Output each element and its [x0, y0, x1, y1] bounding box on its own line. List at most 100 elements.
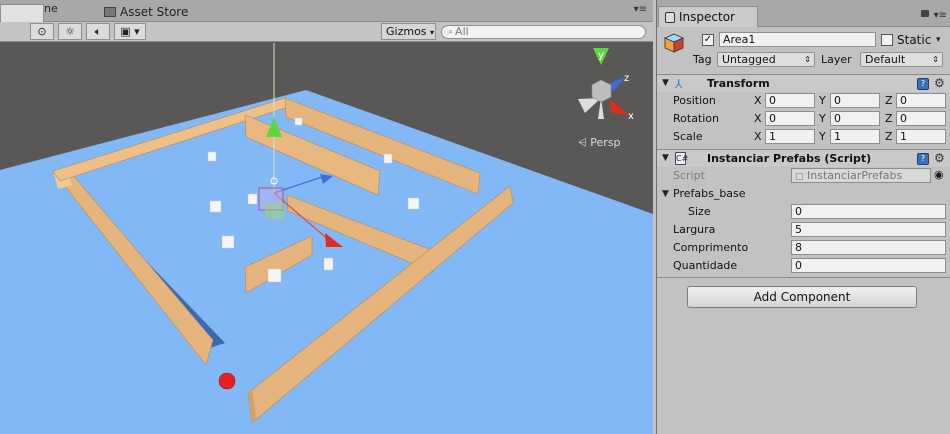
- help-icon[interactable]: ?: [917, 78, 929, 90]
- rotation-x-field[interactable]: 0: [765, 111, 815, 126]
- static-dropdown-icon[interactable]: ▾: [936, 35, 941, 45]
- foldout-arrow-icon[interactable]: ▼: [662, 78, 669, 88]
- script-reference-field[interactable]: ▢ InstanciarPrefabs: [791, 168, 931, 183]
- tag-dropdown[interactable]: Untagged ⇕: [717, 52, 815, 67]
- panel-menu-icon[interactable]: ▾≡: [934, 10, 947, 21]
- asset-store-icon: [104, 7, 116, 17]
- axis-y-label: Y: [819, 130, 826, 143]
- script-component-header[interactable]: ▼ C# Instanciar Prefabs (Script) ? ⚙: [657, 149, 950, 167]
- scale-y-field[interactable]: 1: [830, 129, 880, 144]
- layer-dropdown[interactable]: Default ⇕: [860, 52, 943, 67]
- axis-x-label: X: [754, 94, 762, 107]
- tab-inspector[interactable]: Inspector: [658, 6, 758, 27]
- quantidade-label: Quantidade: [673, 259, 738, 272]
- rotation-y-field[interactable]: 0: [830, 111, 880, 126]
- tab-inspector-label: Inspector: [679, 10, 735, 24]
- search-placeholder: All: [455, 25, 469, 38]
- gameobject-cube-icon: [664, 33, 684, 53]
- scale-label: Scale: [673, 130, 703, 143]
- largura-field[interactable]: 5: [791, 222, 946, 237]
- inspector-tab-bar: Inspector ▾≡: [657, 0, 950, 27]
- transform-title: Transform: [707, 77, 770, 90]
- chevron-down-icon: ▾: [430, 28, 435, 37]
- tab-asset-store[interactable]: Asset Store: [104, 3, 188, 21]
- tag-label: Tag: [693, 53, 712, 66]
- gizmos-label: Gizmos: [386, 25, 427, 38]
- tag-value: Untagged: [722, 53, 776, 66]
- transform-icon: ⅄: [675, 77, 683, 91]
- help-icon[interactable]: ?: [917, 153, 929, 165]
- scene-search-input[interactable]: ⌕ All: [441, 25, 646, 39]
- active-checkbox[interactable]: ✓: [702, 34, 714, 46]
- cube[interactable]: [247, 193, 258, 205]
- lock-icon[interactable]: [921, 10, 929, 17]
- object-picker-icon[interactable]: ◉: [934, 168, 946, 183]
- foldout-arrow-icon[interactable]: ▼: [662, 153, 669, 163]
- foldout-arrow-icon[interactable]: ▼: [662, 189, 669, 199]
- cube[interactable]: [323, 257, 334, 271]
- scale-z-field[interactable]: 1: [896, 129, 946, 144]
- quantidade-field[interactable]: 0: [791, 258, 946, 273]
- cube[interactable]: [383, 153, 393, 164]
- position-x-field[interactable]: 0: [765, 93, 815, 108]
- cube[interactable]: [207, 151, 217, 162]
- tab-scene[interactable]: [0, 4, 44, 22]
- add-component-button[interactable]: Add Component: [687, 286, 917, 308]
- lighting-toggle-button[interactable]: ☼: [58, 23, 82, 40]
- position-z-field[interactable]: 0: [896, 93, 946, 108]
- script-file-icon: ▢: [795, 172, 804, 182]
- scene-orientation-gizmo[interactable]: y z x: [578, 48, 634, 122]
- orientation-cube[interactable]: [591, 79, 612, 103]
- 2d-toggle-button[interactable]: ⊙: [30, 23, 54, 40]
- gear-icon[interactable]: ⚙: [934, 152, 945, 164]
- cube[interactable]: [209, 200, 222, 213]
- comprimento-field[interactable]: 8: [791, 240, 946, 255]
- scene-viewport[interactable]: y z x: [0, 43, 653, 434]
- search-icon: ⌕: [448, 27, 454, 37]
- axis-z-label: z: [624, 73, 629, 84]
- gizmos-dropdown[interactable]: Gizmos ▾: [381, 23, 436, 40]
- object-name-field[interactable]: Area1: [719, 32, 876, 47]
- position-y-field[interactable]: 0: [830, 93, 880, 108]
- axis-z-label: Z: [885, 112, 893, 125]
- gear-icon[interactable]: ⚙: [934, 77, 945, 89]
- script-label: Script: [673, 169, 705, 182]
- axis-z-label: Z: [885, 130, 893, 143]
- transform-header[interactable]: ▼ ⅄ Transform ? ⚙: [657, 74, 950, 92]
- audio-toggle-button[interactable]: 🔈︎: [86, 23, 110, 40]
- red-sphere[interactable]: [218, 372, 236, 390]
- script-icon: C#: [675, 152, 689, 165]
- rotation-label: Rotation: [673, 112, 720, 125]
- size-field[interactable]: 0: [791, 204, 946, 219]
- tab-asset-store-label: Asset Store: [120, 5, 189, 19]
- scene-view-panel[interactable]: ne Asset Store ▾≡ ⊙ ☼ 🔈︎ ▣ ▾ Gizmos ▾ ⌕ …: [0, 0, 653, 434]
- rotation-z-field[interactable]: 0: [896, 111, 946, 126]
- static-checkbox[interactable]: [881, 34, 893, 46]
- static-label: Static: [897, 33, 932, 47]
- inspector-icon: [665, 11, 675, 23]
- layer-label: Layer: [821, 53, 852, 66]
- chevron-updown-icon: ⇕: [804, 55, 811, 64]
- cube[interactable]: [407, 197, 420, 210]
- inspector-panel: Inspector ▾≡ ✓ Area1 Static ▾ Tag Untagg…: [656, 0, 950, 434]
- axis-y-label: Y: [819, 94, 826, 107]
- orientation-x-cone[interactable]: [609, 99, 630, 115]
- panel-menu-icon[interactable]: ▾≡: [634, 4, 647, 15]
- cube[interactable]: [221, 235, 235, 249]
- tab-scene-label: ne: [44, 2, 58, 15]
- largura-label: Largura: [673, 223, 716, 236]
- cube[interactable]: [267, 268, 282, 283]
- axis-y-label: Y: [819, 112, 826, 125]
- scene-toolbar: ⊙ ☼ 🔈︎ ▣ ▾ Gizmos ▾ ⌕ All: [0, 22, 653, 42]
- axis-x-label: X: [754, 130, 762, 143]
- effects-dropdown-button[interactable]: ▣ ▾: [114, 23, 146, 40]
- cube[interactable]: [294, 117, 303, 126]
- axis-z-label: Z: [885, 94, 893, 107]
- projection-label: Persp: [590, 136, 621, 149]
- scale-x-field[interactable]: 1: [765, 129, 815, 144]
- projection-toggle[interactable]: ⩤ Persp: [578, 136, 621, 150]
- gizmo-plane-handle-green[interactable]: [265, 203, 285, 219]
- position-label: Position: [673, 94, 716, 107]
- image-icon: ▣: [120, 25, 131, 38]
- prefabs-base-label[interactable]: Prefabs_base: [673, 187, 746, 200]
